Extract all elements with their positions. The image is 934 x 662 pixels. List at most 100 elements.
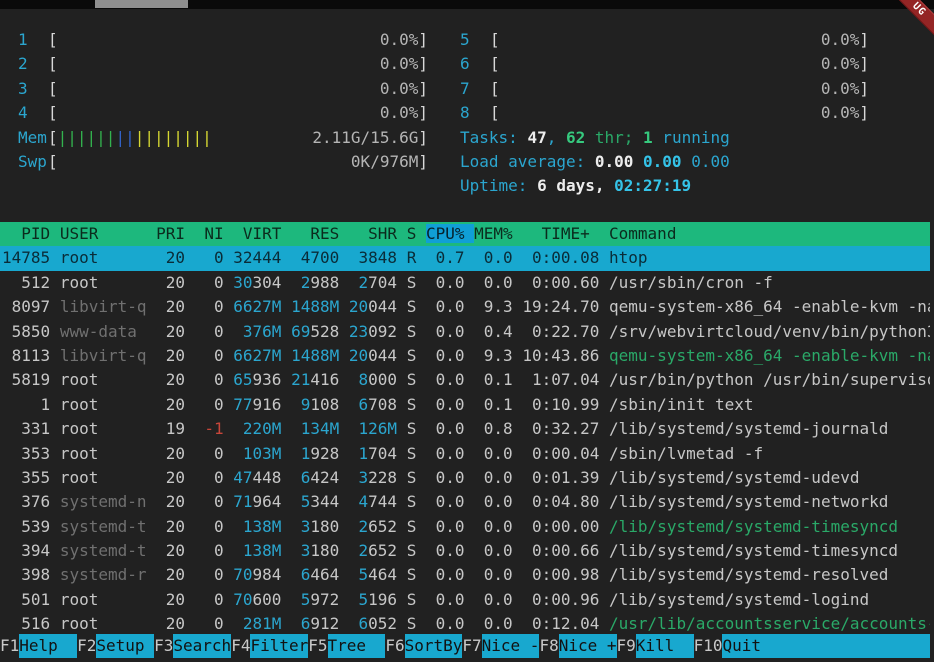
text-segment <box>50 248 60 267</box>
process-row[interactable]: 512 root 20 0 30304 2988 2704 S 0.0 0.0 … <box>0 271 930 295</box>
res-cell-pad <box>291 248 301 267</box>
fnkey-f2[interactable]: F2 <box>77 634 96 658</box>
process-row[interactable]: 1 root 20 0 77916 9108 6708 S 0.0 0.1 0:… <box>0 393 930 417</box>
fnkey-f9[interactable]: F9 <box>617 634 636 658</box>
cpu-meter-2: 2[0.0%] <box>18 52 428 76</box>
fnlabel-filter[interactable]: Filter <box>250 634 308 658</box>
column-header-virt[interactable]: VIRT <box>233 224 281 243</box>
fnkey-f4[interactable]: F4 <box>231 634 250 658</box>
column-header-mem[interactable]: MEM% <box>474 224 513 243</box>
column-header-pid[interactable]: PID <box>2 224 50 243</box>
time-cell: 0:00.00 <box>522 517 599 536</box>
nice-cell: 0 <box>195 590 224 609</box>
meter-value: 0.0% <box>380 101 419 125</box>
text-segment <box>513 273 523 292</box>
text-segment <box>397 468 407 487</box>
fnkey-f8[interactable]: F8 <box>539 634 558 658</box>
meter-label: 8 <box>460 101 490 125</box>
command-cell: /usr/bin/python /usr/bin/superviso <box>609 370 930 389</box>
process-row[interactable]: 376 systemd-n 20 0 71964 5344 4744 S 0.0… <box>0 490 930 514</box>
text-segment <box>185 297 195 316</box>
process-row[interactable]: 394 systemd-t 20 0 138M 3180 2652 S 0.0 … <box>0 539 930 563</box>
text-segment <box>281 517 291 536</box>
fnkey-f5[interactable]: F5 <box>308 634 327 658</box>
time-cell: 0:00.66 <box>522 541 599 560</box>
process-row[interactable]: 539 systemd-t 20 0 138M 3180 2652 S 0.0 … <box>0 515 930 539</box>
fnkey-f6[interactable]: F6 <box>385 634 404 658</box>
meter-open-bracket: [ <box>490 28 500 52</box>
fnlabel-tree[interactable]: Tree <box>328 634 386 658</box>
text-segment <box>397 248 407 267</box>
state-cell: S <box>407 322 417 341</box>
fnlabel-help[interactable]: Help <box>19 634 77 658</box>
priority-cell: 20 <box>156 541 185 560</box>
res-cell: 344 <box>310 492 339 511</box>
user-cell: libvirt-q <box>60 346 147 365</box>
fnkey-f3[interactable]: F3 <box>154 634 173 658</box>
text-segment <box>147 541 157 560</box>
res-cell-highlight: 6 <box>291 565 310 584</box>
process-row[interactable]: 501 root 20 0 70600 5972 5196 S 0.0 0.0 … <box>0 588 930 612</box>
column-header-pri[interactable]: PRI <box>156 224 185 243</box>
time-cell: 0:12.04 <box>522 614 599 633</box>
running-count: 1 <box>643 128 653 147</box>
fnkey-f1[interactable]: F1 <box>0 634 19 658</box>
fnkey-f7[interactable]: F7 <box>462 634 481 658</box>
text-segment <box>465 614 475 633</box>
res-cell: 416 <box>310 370 339 389</box>
text-segment <box>281 370 291 389</box>
text-segment <box>281 248 291 267</box>
process-row[interactable]: 8097 libvirt-q 20 0 6627M 1488M 20044 S … <box>0 295 930 319</box>
mem-percent-cell: 0.1 <box>474 370 513 389</box>
process-row-selected[interactable]: 14785 root 20 0 32444 4700 3848 R 0.7 0.… <box>0 246 930 270</box>
meter-label: 6 <box>460 52 490 76</box>
virt-cell: 448 <box>253 468 282 487</box>
column-header-command[interactable]: Command <box>609 224 676 243</box>
fnlabel-nice-[interactable]: Nice - <box>482 634 540 658</box>
process-row[interactable]: 8113 libvirt-q 20 0 6627M 1488M 20044 S … <box>0 344 930 368</box>
fnlabel-kill[interactable]: Kill <box>636 634 694 658</box>
column-header-time[interactable]: TIME+ <box>522 224 599 243</box>
column-header-state[interactable]: S <box>407 224 417 243</box>
text-segment <box>416 492 426 511</box>
fnkey-f10[interactable]: F10 <box>694 634 723 658</box>
column-header-shr[interactable]: SHR <box>349 224 397 243</box>
column-header-cpu-sort[interactable]: CPU% <box>426 224 474 243</box>
shr-cell-highlight: 23 <box>349 322 368 341</box>
header-spacer <box>50 224 60 243</box>
virt-cell: 936 <box>253 370 282 389</box>
virt-cell-highlight: 30 <box>233 273 252 292</box>
state-cell: S <box>407 297 417 316</box>
text-segment <box>397 492 407 511</box>
fnlabel-search[interactable]: Search <box>173 634 231 658</box>
shr-cell-highlight: 3 <box>349 468 368 487</box>
text-segment <box>185 492 195 511</box>
process-row[interactable]: 516 root 20 0 281M 6912 6052 S 0.0 0.0 0… <box>0 612 930 636</box>
res-cell-highlight: 3 <box>291 541 310 560</box>
process-row[interactable]: 355 root 20 0 47448 6424 3228 S 0.0 0.0 … <box>0 466 930 490</box>
process-row[interactable]: 398 systemd-r 20 0 70984 6464 5464 S 0.0… <box>0 563 930 587</box>
column-header-ni[interactable]: NI <box>195 224 224 243</box>
process-row[interactable]: 5819 root 20 0 65936 21416 8000 S 0.0 0.… <box>0 368 930 392</box>
process-row[interactable]: 331 root 19 -1 220M 134M 126M S 0.0 0.8 … <box>0 417 930 441</box>
time-cell: 0:32.27 <box>522 419 599 438</box>
process-row[interactable]: 353 root 20 0 103M 1928 1704 S 0.0 0.0 0… <box>0 442 930 466</box>
column-header-user[interactable]: USER <box>60 224 147 243</box>
scrollbar-thumb[interactable] <box>95 0 188 8</box>
column-header-res[interactable]: RES <box>291 224 339 243</box>
user-cell: systemd-t <box>60 541 147 560</box>
meter-value: 0K/976M <box>351 150 418 174</box>
fnlabel-setup[interactable]: Setup <box>96 634 154 658</box>
virt-cell-highlight: 138M <box>233 541 281 560</box>
text-segment <box>185 614 195 633</box>
process-row[interactable]: 5850 www-data 20 0 376M 69528 23092 S 0.… <box>0 320 930 344</box>
res-cell: 988 <box>310 273 339 292</box>
fnlabel-quit[interactable]: Quit <box>722 634 930 658</box>
fnlabel-sortby[interactable]: SortBy <box>405 634 463 658</box>
text-segment <box>465 322 475 341</box>
text-segment <box>339 273 349 292</box>
cpu-meter-5: 5[0.0%] <box>460 28 869 52</box>
text-segment <box>513 248 523 267</box>
fnlabel-nice-[interactable]: Nice + <box>559 634 617 658</box>
res-cell-highlight: 134M <box>291 419 339 438</box>
